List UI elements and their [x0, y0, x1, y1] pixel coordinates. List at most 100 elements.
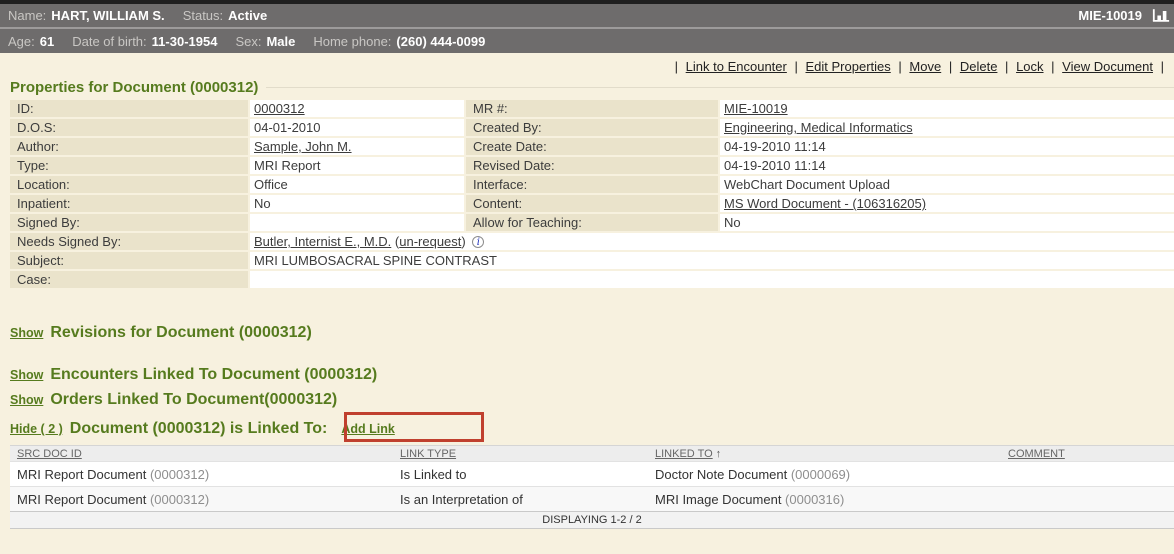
lock-link[interactable]: Lock [1016, 59, 1043, 74]
unrequest-link[interactable]: un-request [399, 234, 461, 249]
action-divider: | [1051, 59, 1054, 74]
paren-close: ) [461, 234, 465, 249]
column-header-comment[interactable]: COMMENT [1008, 448, 1174, 460]
action-divider: | [794, 59, 797, 74]
field-value-needs-signed-by: Butler, Internist E., M.D. (un-request) … [250, 233, 1174, 250]
document-actions-toolbar: | Link to Encounter | Edit Properties | … [0, 53, 1174, 76]
doc-id: (0000312) [150, 492, 209, 507]
dob-label: Date of birth: [72, 34, 146, 49]
linked-to-title: Document (0000312) is Linked To: [70, 420, 328, 438]
field-value-created-by: Engineering, Medical Informatics [720, 119, 1174, 136]
field-label-author: Author: [10, 138, 248, 155]
field-label-created-by: Created By: [466, 119, 718, 136]
linked-documents-table: SRC DOC ID LINK TYPE LINKED TO↑ COMMENT … [10, 445, 1174, 529]
src-doc-cell: MRI Report Document (0000312) [10, 492, 400, 507]
field-value-case [250, 271, 1174, 288]
field-label-content: Content: [466, 195, 718, 212]
edit-properties-link[interactable]: Edit Properties [806, 59, 891, 74]
action-divider: | [1161, 59, 1164, 74]
name-label: Name: [8, 8, 46, 23]
field-label-type: Type: [10, 157, 248, 174]
field-value-revised-date: 04-19-2010 11:14 [720, 157, 1174, 174]
revisions-title: Revisions for Document (0000312) [50, 324, 311, 342]
signer-link[interactable]: Butler, Internist E., M.D. [254, 234, 391, 249]
linked-to-cell: Doctor Note Document (0000069) [655, 467, 1008, 482]
heading-rule [266, 87, 1174, 88]
table-row[interactable]: MRI Report Document (0000312) Is Linked … [10, 461, 1174, 486]
orders-title: Orders Linked To Document(0000312) [50, 391, 337, 409]
sort-asc-icon: ↑ [716, 448, 722, 460]
field-label-inpatient: Inpatient: [10, 195, 248, 212]
view-document-link[interactable]: View Document [1062, 59, 1153, 74]
field-label-case: Case: [10, 271, 248, 288]
dob-value: 11-30-1954 [152, 34, 218, 49]
status-label: Status: [183, 8, 223, 23]
field-value-location: Office [250, 176, 464, 193]
field-label-id: ID: [10, 100, 248, 117]
phone-label: Home phone: [313, 34, 391, 49]
orders-section-heading: Show Orders Linked To Document(0000312) [10, 391, 1174, 409]
field-label-location: Location: [10, 176, 248, 193]
phone-value: (260) 444-0099 [396, 34, 485, 49]
age-value: 61 [40, 34, 54, 49]
table-paging-status: DISPLAYING 1-2 / 2 [10, 511, 1174, 529]
column-header-linked-to[interactable]: LINKED TO↑ [655, 448, 1008, 460]
field-value-signed-by [250, 214, 464, 231]
show-encounters-link[interactable]: Show [10, 368, 43, 382]
field-label-subject: Subject: [10, 252, 248, 269]
field-value-allow-teaching: No [720, 214, 1174, 231]
move-link[interactable]: Move [909, 59, 941, 74]
action-divider: | [675, 59, 678, 74]
action-divider: | [949, 59, 952, 74]
sex-label: Sex: [235, 34, 261, 49]
show-revisions-link[interactable]: Show [10, 326, 43, 340]
show-orders-link[interactable]: Show [10, 393, 43, 407]
document-properties-page: Name: HART, WILLIAM S. Status: Active MI… [0, 0, 1174, 554]
content-file-link[interactable]: MS Word Document - (106316205) [724, 196, 926, 211]
table-row[interactable]: MRI Report Document (0000312) Is an Inte… [10, 486, 1174, 511]
field-value-dos: 04-01-2010 [250, 119, 464, 136]
field-value-type: MRI Report [250, 157, 464, 174]
hide-linked-link[interactable]: Hide ( 2 ) [10, 422, 63, 436]
column-header-link-type[interactable]: LINK TYPE [400, 448, 655, 460]
field-label-revised-date: Revised Date: [466, 157, 718, 174]
action-divider: | [1005, 59, 1008, 74]
add-link-button[interactable]: Add Link [341, 422, 394, 436]
link-type-cell: Is an Interpretation of [400, 492, 655, 507]
field-value-mr: MIE-10019 [720, 100, 1174, 117]
revisions-section-heading: Show Revisions for Document (0000312) [10, 324, 1174, 342]
linked-to-cell: MRI Image Document (0000316) [655, 492, 1008, 507]
field-label-mr: MR #: [466, 100, 718, 117]
properties-heading-row: Properties for Document (0000312) [10, 76, 1174, 99]
document-id-link[interactable]: 0000312 [254, 101, 305, 116]
patient-status: Active [228, 8, 267, 23]
encounters-title: Encounters Linked To Document (0000312) [50, 366, 377, 384]
field-label-needs-signed-by: Needs Signed By: [10, 233, 248, 250]
field-value-interface: WebChart Document Upload [720, 176, 1174, 193]
link-type-cell: Is Linked to [400, 467, 655, 482]
patient-header-bar: Name: HART, WILLIAM S. Status: Active MI… [0, 4, 1174, 27]
doc-id: (0000316) [785, 492, 844, 507]
delete-link[interactable]: Delete [960, 59, 998, 74]
created-by-link[interactable]: Engineering, Medical Informatics [724, 120, 913, 135]
mr-number-link[interactable]: MIE-10019 [724, 101, 788, 116]
field-label-allow-teaching: Allow for Teaching: [466, 214, 718, 231]
linked-table-header: SRC DOC ID LINK TYPE LINKED TO↑ COMMENT [10, 445, 1174, 461]
field-value-inpatient: No [250, 195, 464, 212]
linked-to-section-heading: Hide ( 2 ) Document (0000312) is Linked … [10, 415, 1174, 443]
patient-name: HART, WILLIAM S. [51, 8, 164, 23]
chart-icon[interactable] [1152, 8, 1170, 23]
properties-table: ID: 0000312 MR #: MIE-10019 D.O.S: 04-01… [10, 100, 1174, 288]
action-divider: | [898, 59, 901, 74]
age-label: Age: [8, 34, 35, 49]
link-to-encounter-link[interactable]: Link to Encounter [686, 59, 787, 74]
info-icon[interactable]: i [472, 236, 484, 248]
encounters-section-heading: Show Encounters Linked To Document (0000… [10, 366, 1174, 384]
author-link[interactable]: Sample, John M. [254, 139, 352, 154]
field-value-content: MS Word Document - (106316205) [720, 195, 1174, 212]
field-label-signed-by: Signed By: [10, 214, 248, 231]
field-value-author: Sample, John M. [250, 138, 464, 155]
column-header-src-doc-id[interactable]: SRC DOC ID [10, 448, 400, 460]
doc-id: (0000069) [791, 467, 850, 482]
demographics-bar: Age: 61 Date of birth: 11-30-1954 Sex: M… [0, 29, 1174, 53]
